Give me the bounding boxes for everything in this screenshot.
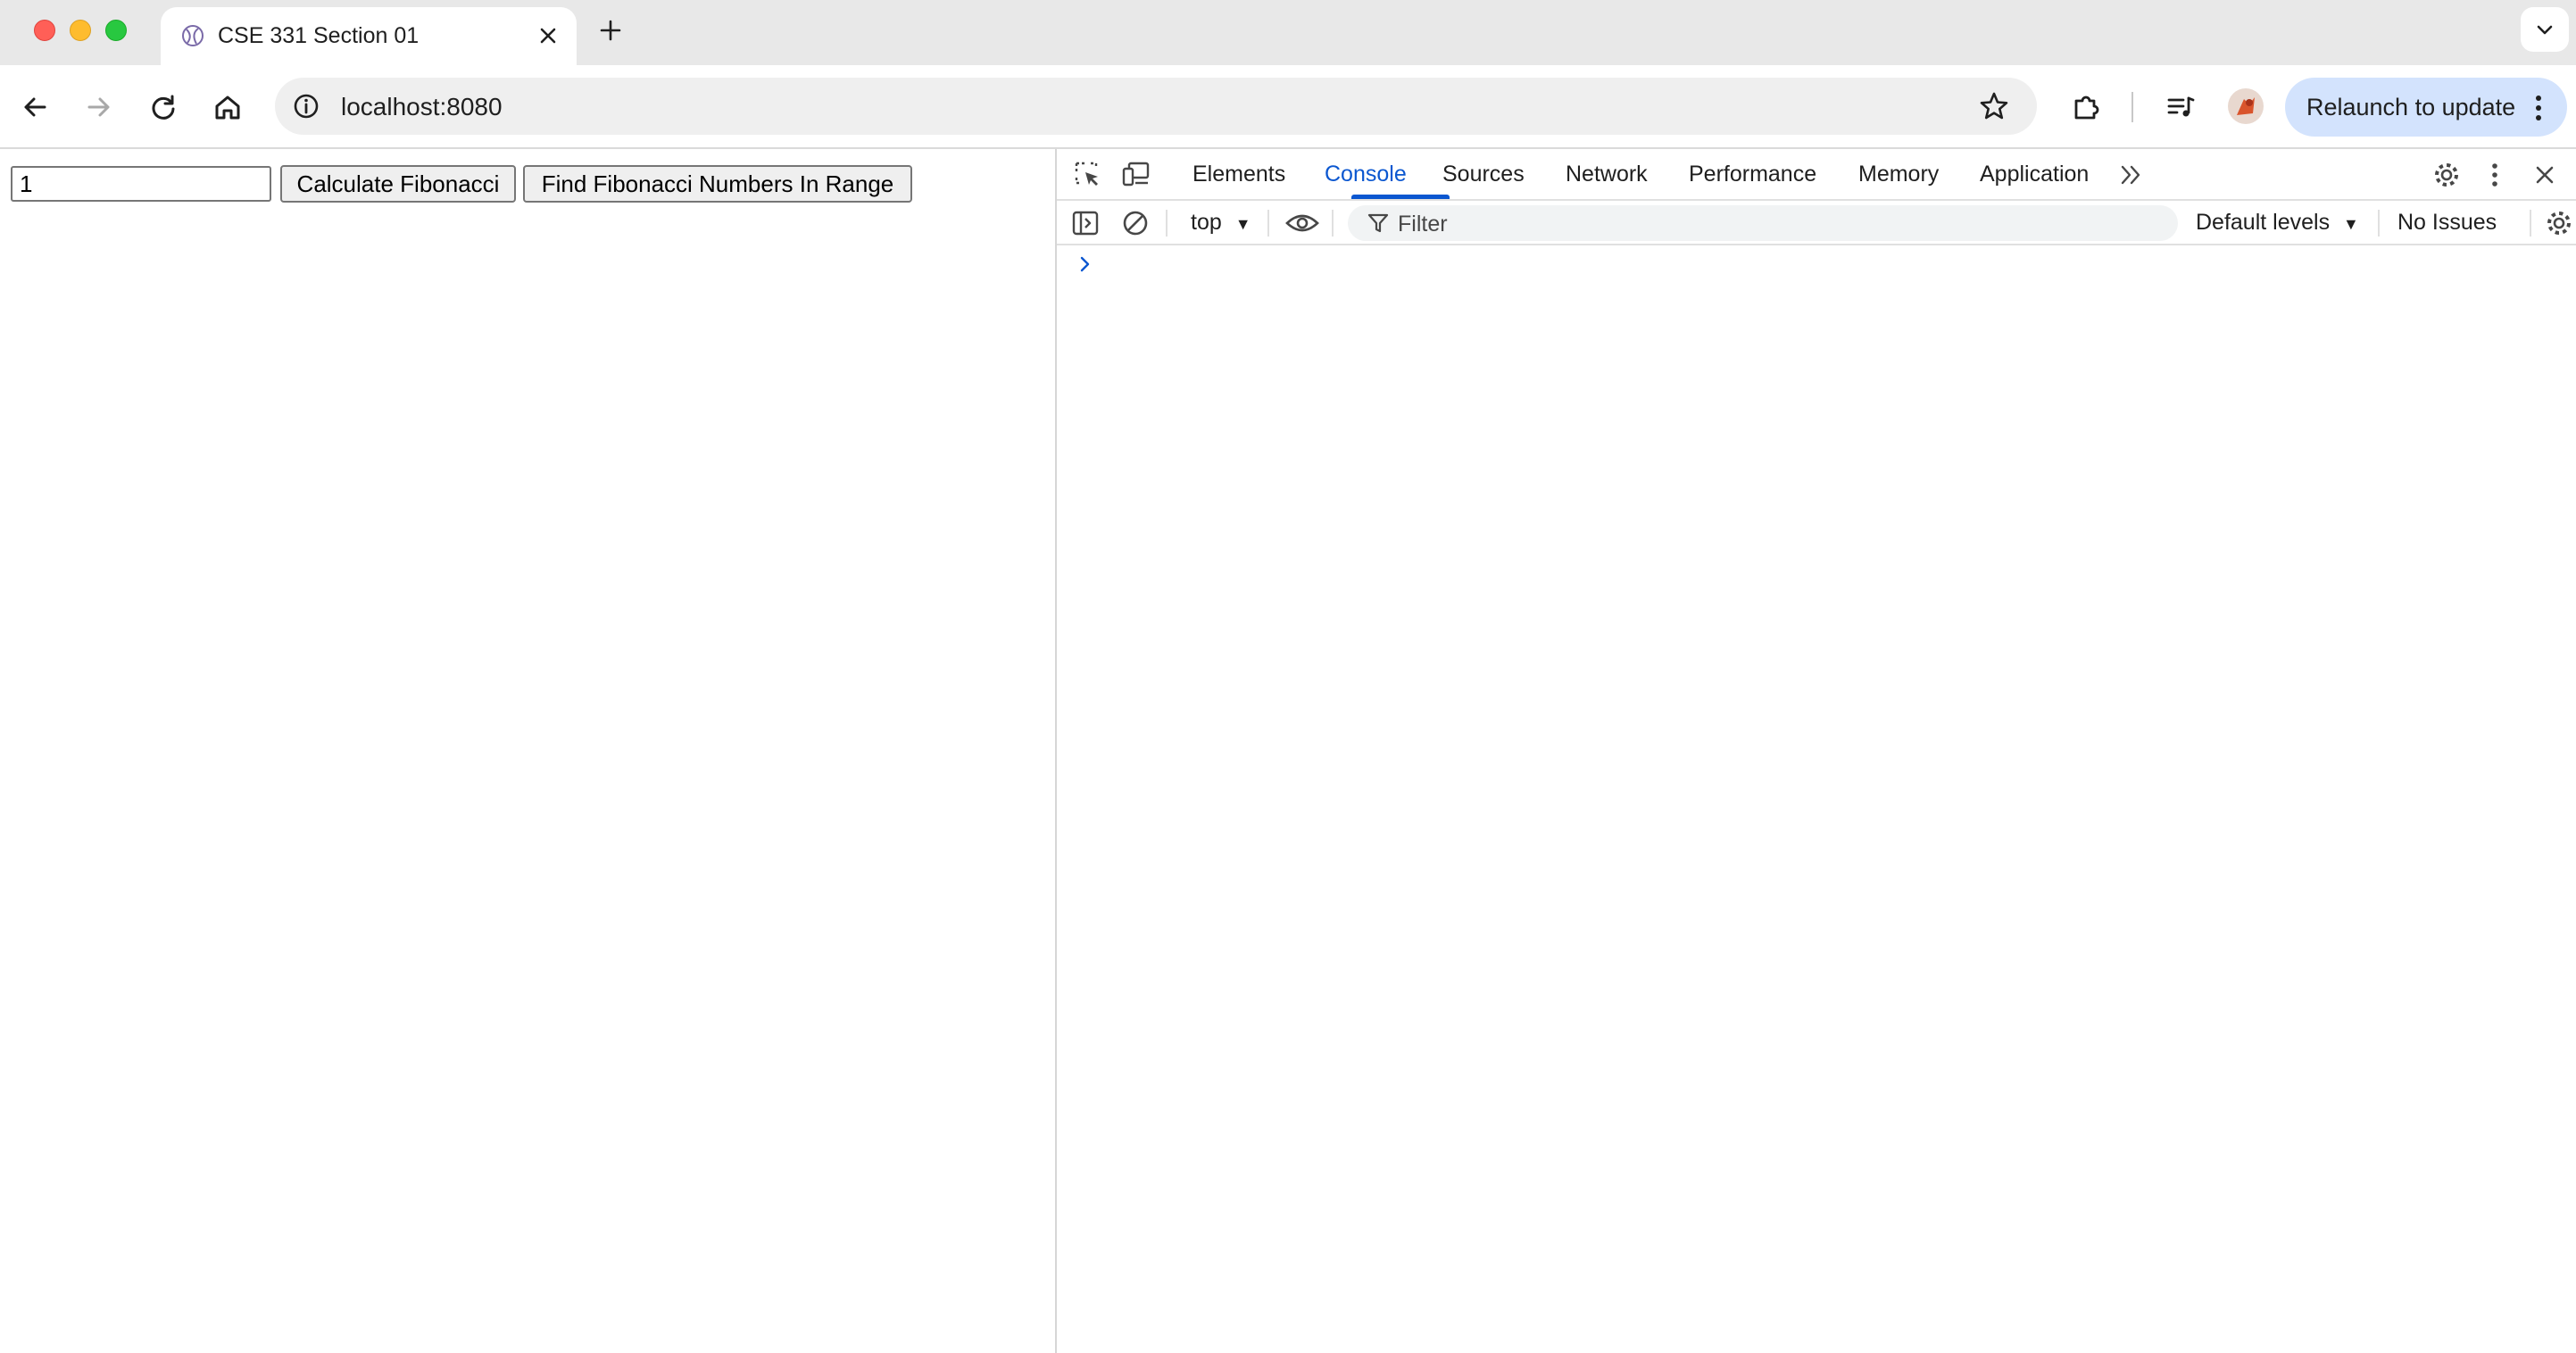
toolbar-divider (2378, 210, 2380, 237)
address-url[interactable]: localhost:8080 (341, 93, 503, 121)
new-tab-icon[interactable] (596, 16, 625, 45)
browser-tab[interactable]: CSE 331 Section 01 (161, 7, 577, 65)
address-bar[interactable]: localhost:8080 (275, 78, 2037, 135)
window-maximize-button[interactable] (105, 20, 127, 41)
console-filter-input[interactable]: Filter (1348, 205, 2178, 241)
chevron-down-icon (2537, 25, 2553, 35)
relaunch-to-update-button[interactable]: Relaunch to update (2285, 78, 2567, 137)
forward-icon[interactable] (82, 90, 116, 124)
relaunch-label: Relaunch to update (2306, 94, 2516, 120)
tab-search-button[interactable] (2521, 7, 2569, 52)
close-icon[interactable] (2531, 162, 2558, 188)
favicon-icon (182, 25, 204, 46)
issues-counter[interactable]: No Issues (2397, 210, 2497, 236)
context-value: top (1191, 210, 1222, 235)
window-close-button[interactable] (34, 20, 55, 41)
clear-console-icon[interactable] (1121, 209, 1150, 237)
context-selector[interactable]: top ▼ (1191, 210, 1251, 236)
tab-sources[interactable]: Sources (1442, 162, 1525, 187)
more-vert-icon[interactable] (2531, 93, 2546, 123)
extensions-icon[interactable] (2069, 90, 2103, 124)
tab-network[interactable]: Network (1566, 162, 1648, 187)
reload-icon[interactable] (146, 90, 180, 124)
calculate-fibonacci-button[interactable]: Calculate Fibonacci (280, 165, 516, 203)
active-tab-indicator (1351, 195, 1450, 199)
tab-console[interactable]: Console (1325, 162, 1407, 187)
window-minimize-button[interactable] (70, 20, 91, 41)
browser-toolbar: localhost:8080 Relaunch to update (0, 65, 2576, 149)
home-icon[interactable] (211, 90, 245, 124)
filter-placeholder: Filter (1398, 212, 1448, 237)
avatar[interactable] (2228, 88, 2264, 124)
eye-icon[interactable] (1285, 211, 1319, 236)
tab-strip: CSE 331 Section 01 (0, 0, 2576, 65)
tab-elements[interactable]: Elements (1192, 162, 1285, 187)
fibonacci-input[interactable] (11, 166, 271, 202)
filter-icon (1367, 213, 1389, 233)
console-prompt-chevron-icon[interactable] (1078, 254, 1093, 274)
toolbar-divider (1267, 210, 1269, 237)
media-controls-icon[interactable] (2164, 90, 2198, 124)
dropdown-arrow-icon: ▼ (2343, 215, 2359, 233)
tab-close-icon[interactable] (536, 23, 561, 48)
log-levels-dropdown[interactable]: Default levels ▼ (2196, 210, 2359, 236)
more-tabs-icon[interactable] (2119, 163, 2144, 187)
devtools-panel: Elements Console Sources Network Perform… (1055, 149, 2576, 1353)
levels-label: Default levels (2196, 210, 2331, 235)
page-content: Calculate Fibonacci Find Fibonacci Numbe… (0, 149, 1053, 1353)
device-toggle-icon[interactable] (1121, 160, 1151, 188)
bookmark-star-icon[interactable] (1978, 90, 2010, 122)
console-settings-icon[interactable] (2544, 208, 2574, 238)
settings-icon[interactable] (2431, 160, 2462, 190)
tab-performance[interactable]: Performance (1689, 162, 1816, 187)
back-icon[interactable] (18, 90, 52, 124)
devtools-tab-bar: Elements Console Sources Network Perform… (1057, 149, 2576, 201)
inspect-element-icon[interactable] (1073, 160, 1101, 188)
sidebar-toggle-icon[interactable] (1071, 210, 1100, 237)
dropdown-arrow-icon: ▼ (1234, 215, 1251, 233)
toolbar-divider (1166, 210, 1168, 237)
tab-application[interactable]: Application (1980, 162, 2089, 187)
tab-title: CSE 331 Section 01 (218, 23, 420, 48)
toolbar-divider (2131, 92, 2133, 122)
console-toolbar: top ▼ Filter Default levels ▼ No Issues (1057, 201, 2576, 245)
site-info-icon[interactable] (291, 91, 321, 121)
more-vert-icon[interactable] (2489, 160, 2501, 190)
find-fibonacci-range-button[interactable]: Find Fibonacci Numbers In Range (523, 165, 912, 203)
tab-memory[interactable]: Memory (1858, 162, 1939, 187)
toolbar-divider (1332, 210, 1334, 237)
profile-avatar-icon (2237, 97, 2255, 115)
toolbar-divider (2530, 210, 2531, 237)
